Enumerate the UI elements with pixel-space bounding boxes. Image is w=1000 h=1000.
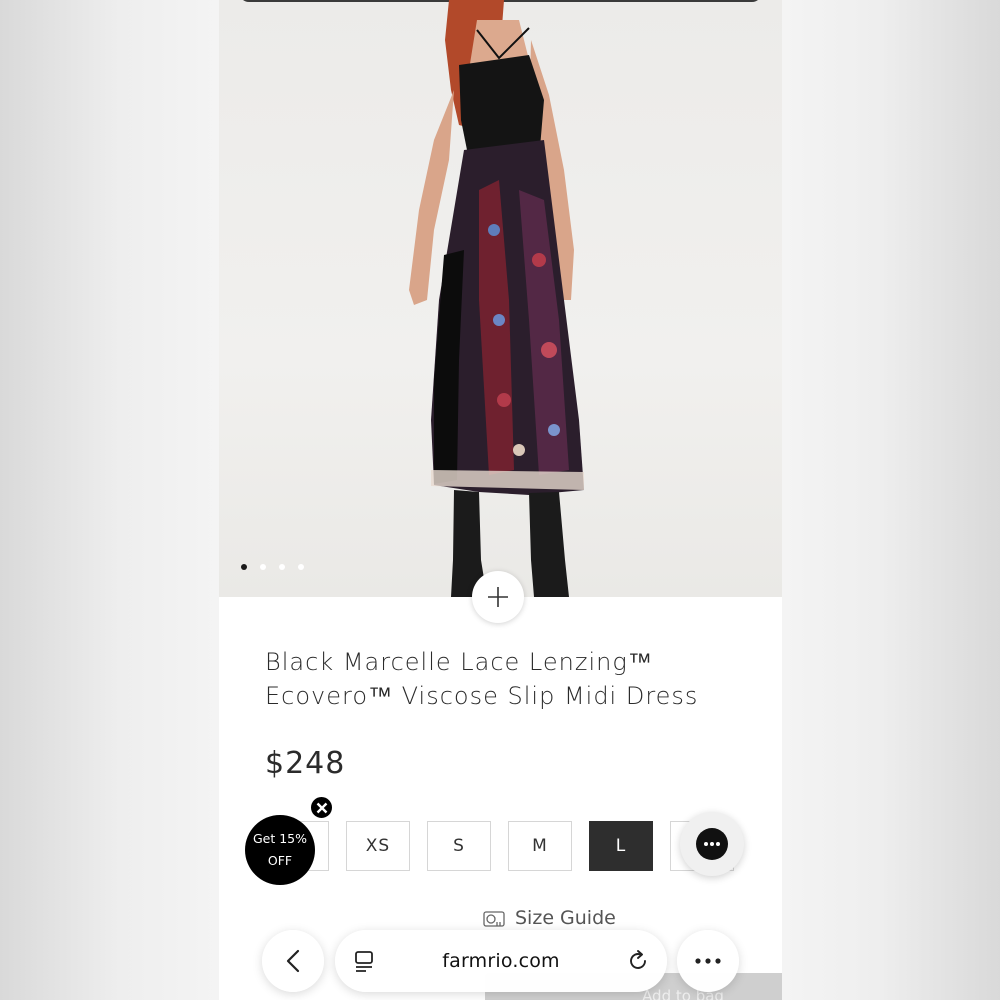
- gallery-dot[interactable]: [241, 564, 247, 570]
- gallery-dot[interactable]: [279, 564, 285, 570]
- promo-line-1: Get 15%: [252, 831, 308, 846]
- product-gallery[interactable]: [219, 0, 782, 597]
- product-price: $248: [265, 746, 346, 781]
- product-image[interactable]: [379, 0, 639, 597]
- promo-close-button[interactable]: [309, 795, 334, 820]
- reload-icon[interactable]: [627, 950, 649, 972]
- close-icon: [316, 802, 327, 813]
- size-selector: XS S M L: [265, 821, 734, 871]
- chat-icon: [704, 842, 720, 846]
- url-text[interactable]: farmrio.com: [442, 950, 560, 972]
- measuring-tape-icon: [483, 911, 505, 927]
- zoom-button[interactable]: [472, 571, 524, 623]
- back-button[interactable]: [262, 930, 324, 992]
- size-option-s[interactable]: S: [427, 821, 491, 871]
- gallery-dot[interactable]: [298, 564, 304, 570]
- size-option-m[interactable]: M: [508, 821, 572, 871]
- plus-icon: [488, 587, 508, 607]
- size-option-xs[interactable]: XS: [346, 821, 410, 871]
- product-title: Black Marcelle Lace Lenzing™ Ecovero™ Vi…: [265, 648, 699, 710]
- gallery-dot[interactable]: [260, 564, 266, 570]
- size-option-l[interactable]: L: [589, 821, 653, 871]
- size-guide-label: Size Guide: [515, 907, 616, 929]
- reader-icon[interactable]: [353, 950, 375, 972]
- address-bar[interactable]: farmrio.com: [335, 930, 667, 992]
- chevron-left-icon: [286, 949, 300, 973]
- size-guide-link[interactable]: Size Guide: [483, 907, 616, 929]
- discount-promo-button[interactable]: Get 15% OFF: [245, 815, 315, 885]
- more-button[interactable]: [677, 930, 739, 992]
- chat-button[interactable]: [680, 812, 744, 876]
- promo-line-2: OFF: [267, 853, 293, 868]
- more-icon: [695, 958, 721, 964]
- gallery-pagination[interactable]: [241, 564, 304, 570]
